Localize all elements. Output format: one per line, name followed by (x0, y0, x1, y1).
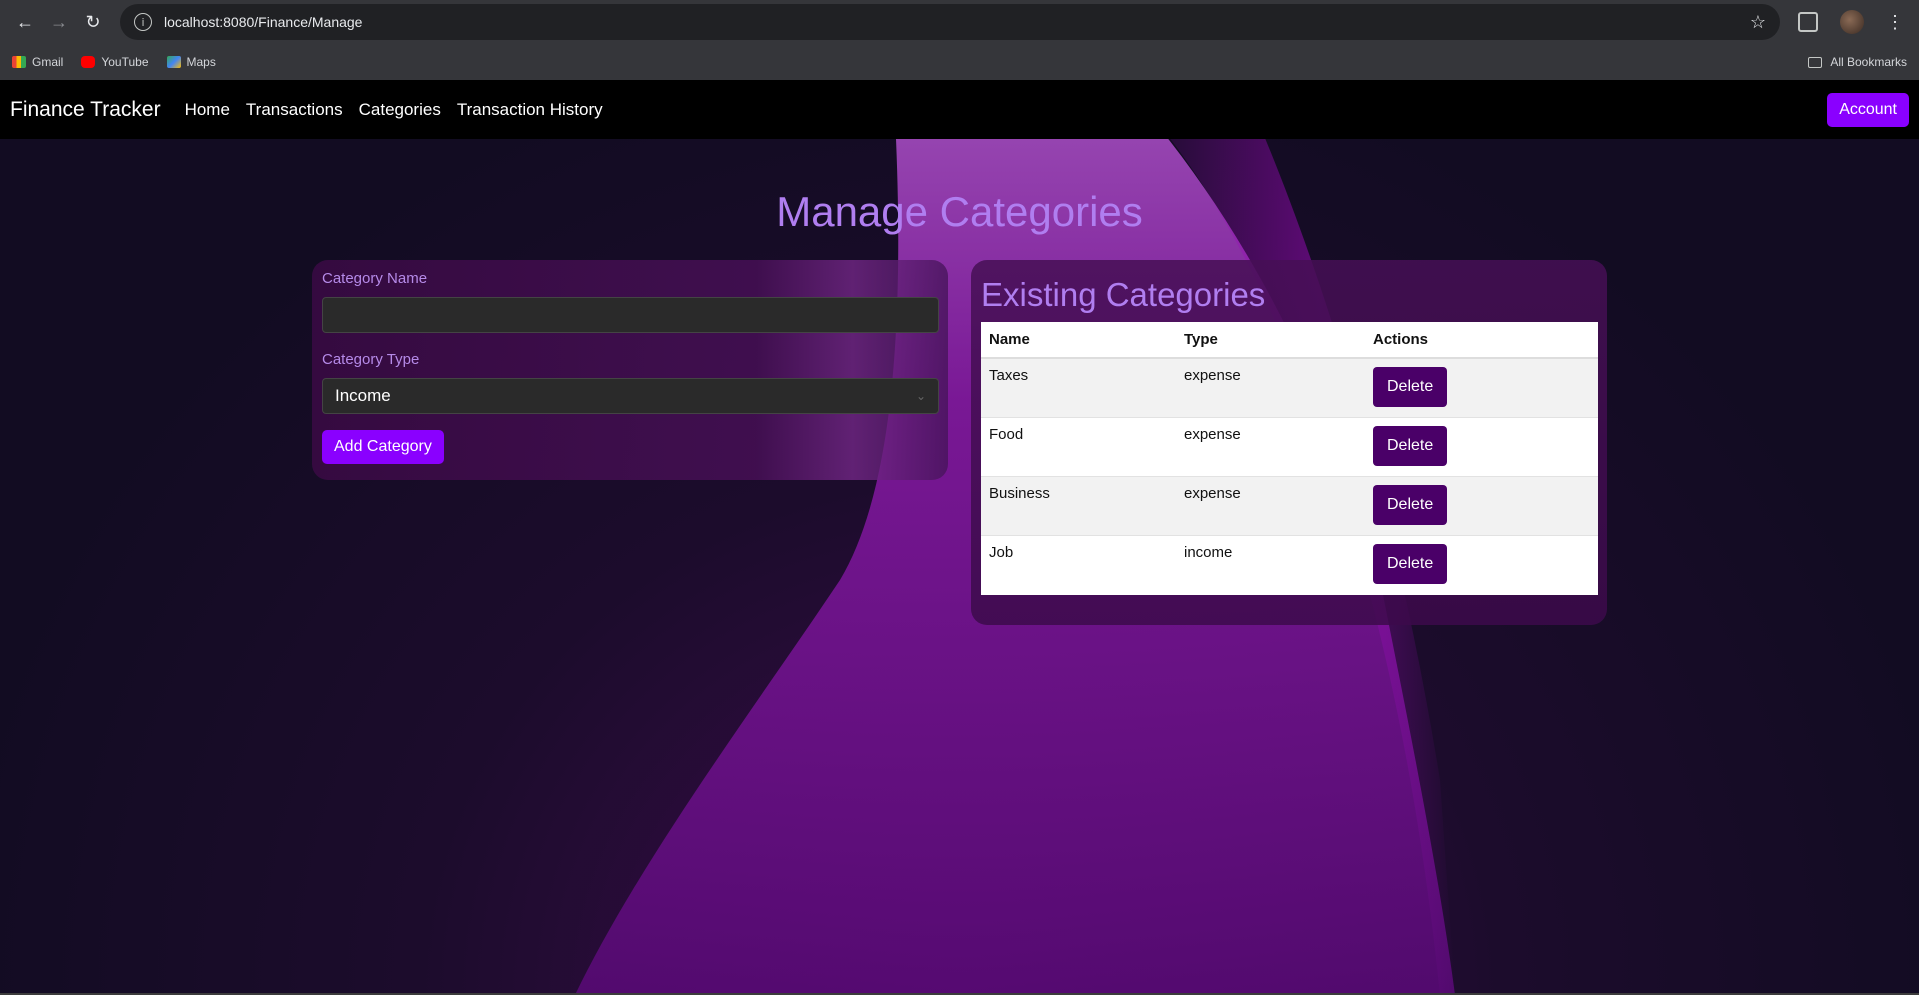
bookmarks-bar: Gmail YouTube Maps All Bookmarks (0, 44, 1919, 80)
browser-chrome: ← → ↻ i localhost:8080/Finance/Manage ☆ … (0, 0, 1919, 80)
account-button[interactable]: Account (1827, 92, 1909, 127)
nav-transactions[interactable]: Transactions (246, 100, 343, 120)
bookmark-label: YouTube (101, 55, 149, 69)
table-header-row: Name Type Actions (981, 322, 1598, 359)
bookmark-gmail[interactable]: Gmail (12, 55, 63, 69)
add-category-form: Category Name Category Type Income ⌄ Add… (312, 260, 948, 480)
menu-kebab-icon[interactable]: ⋮ (1886, 12, 1904, 33)
cell-type: income (1176, 535, 1365, 595)
maps-icon (166, 56, 181, 68)
category-name-label: Category Name (322, 270, 428, 287)
delete-button[interactable]: Delete (1373, 367, 1448, 407)
profile-avatar[interactable] (1840, 10, 1864, 34)
brand-logo[interactable]: Finance Tracker (10, 98, 161, 122)
table-row: Taxes expense Delete (981, 357, 1598, 418)
cell-actions: Delete (1365, 535, 1598, 595)
cell-name: Food (981, 417, 1176, 477)
reload-icon[interactable]: ↻ (76, 5, 110, 39)
category-type-select[interactable]: Income ⌄ (322, 378, 939, 414)
table-row: Food expense Delete (981, 417, 1598, 477)
header-actions: Actions (1365, 322, 1598, 359)
add-category-button[interactable]: Add Category (322, 430, 444, 464)
existing-categories-card: Existing Categories Name Type Actions Ta… (971, 260, 1607, 625)
gmail-icon (12, 56, 26, 68)
all-bookmarks[interactable]: All Bookmarks (1808, 55, 1907, 69)
existing-categories-title: Existing Categories (981, 276, 1266, 313)
toolbar: ← → ↻ i localhost:8080/Finance/Manage ☆ … (0, 0, 1919, 44)
page-viewport: Finance Tracker Home Transactions Catego… (0, 80, 1919, 995)
nav-categories[interactable]: Categories (359, 100, 441, 120)
delete-button[interactable]: Delete (1373, 426, 1448, 466)
category-type-value: Income (335, 386, 391, 405)
page-title: Manage Categories (776, 188, 1143, 235)
cell-actions: Delete (1365, 476, 1598, 536)
bookmark-youtube[interactable]: YouTube (81, 55, 149, 69)
folder-icon (1808, 56, 1823, 68)
address-bar[interactable]: i localhost:8080/Finance/Manage ☆ (120, 4, 1780, 40)
youtube-icon (81, 56, 96, 68)
app-navbar: Finance Tracker Home Transactions Catego… (0, 80, 1919, 139)
delete-button[interactable]: Delete (1373, 485, 1448, 525)
header-name: Name (981, 322, 1176, 359)
table-row: Business expense Delete (981, 476, 1598, 536)
cell-name: Job (981, 535, 1176, 595)
nav-home[interactable]: Home (185, 100, 230, 120)
bookmark-star-icon[interactable]: ☆ (1750, 12, 1766, 33)
category-type-label: Category Type (322, 351, 420, 368)
cell-type: expense (1176, 357, 1365, 418)
nav-transaction-history[interactable]: Transaction History (457, 100, 603, 120)
table-row: Job income Delete (981, 535, 1598, 595)
cell-actions: Delete (1365, 357, 1598, 418)
categories-table: Name Type Actions Taxes expense Delete F… (981, 322, 1598, 595)
cell-name: Taxes (981, 357, 1176, 418)
category-name-input[interactable] (322, 297, 939, 333)
bookmark-label: Maps (186, 55, 216, 69)
cell-type: expense (1176, 476, 1365, 536)
header-type: Type (1176, 322, 1365, 359)
cell-type: expense (1176, 417, 1365, 477)
cell-name: Business (981, 476, 1176, 536)
delete-button[interactable]: Delete (1373, 544, 1448, 584)
url-text[interactable]: localhost:8080/Finance/Manage (164, 14, 1750, 30)
bookmark-label: Gmail (32, 55, 64, 69)
all-bookmarks-label: All Bookmarks (1830, 55, 1907, 69)
site-info-icon[interactable]: i (134, 13, 152, 31)
chevron-down-icon: ⌄ (915, 389, 926, 403)
back-icon[interactable]: ← (8, 5, 42, 39)
forward-icon[interactable]: → (42, 5, 76, 39)
cell-actions: Delete (1365, 417, 1598, 477)
bookmark-maps[interactable]: Maps (166, 55, 216, 69)
extensions-icon[interactable] (1798, 12, 1818, 32)
